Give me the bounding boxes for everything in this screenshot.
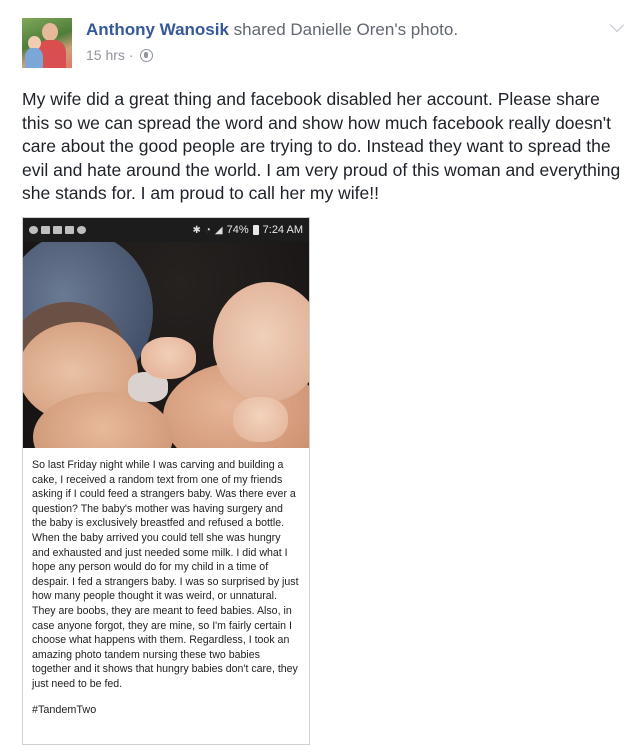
shared-photo-text[interactable]: shared Danielle Oren's photo.	[234, 20, 458, 39]
notification-icon	[53, 226, 62, 234]
notification-icon	[77, 226, 86, 234]
hashtag: #TandemTwo	[32, 703, 97, 716]
notification-icon	[29, 226, 38, 234]
phone-status-bar: ✱ ◔ ◢ 74% 7:24 AM	[23, 218, 309, 242]
avatar[interactable]	[22, 18, 72, 68]
status-notification-icons	[29, 226, 86, 234]
status-time: 7:24 AM	[262, 224, 303, 236]
facebook-post: Anthony Wanosik shared Danielle Oren's p…	[0, 0, 634, 753]
notification-icon	[41, 226, 50, 234]
chevron-down-icon[interactable]	[609, 17, 625, 33]
globe-icon[interactable]	[139, 48, 153, 62]
notification-icon	[65, 226, 74, 234]
photo-holding-hands	[141, 337, 196, 379]
battery-percent: 74%	[226, 224, 249, 236]
meta-separator: ·	[128, 47, 134, 63]
photo-baby-hand	[233, 397, 288, 442]
wifi-icon: ◔	[204, 224, 211, 236]
author-name-link[interactable]: Anthony Wanosik	[86, 20, 229, 39]
signal-icon: ◢	[214, 224, 223, 236]
post-header: Anthony Wanosik shared Danielle Oren's p…	[86, 20, 458, 40]
status-indicators: ✱ ◔ ◢ 74% 7:24 AM	[192, 224, 303, 236]
avatar-child-shirt	[25, 48, 43, 68]
shared-photo[interactable]: ✱ ◔ ◢ 74% 7:24 AM So last Friday night w…	[22, 217, 310, 745]
post-meta: 15 hrs ·	[86, 47, 153, 63]
bluetooth-icon: ✱	[192, 224, 201, 236]
battery-icon	[252, 225, 259, 235]
nursing-photo	[23, 242, 309, 448]
avatar-person	[42, 23, 58, 41]
post-timestamp[interactable]: 15 hrs	[86, 47, 125, 63]
photo-caption: So last Friday night while I was carving…	[32, 459, 299, 690]
post-text: My wife did a great thing and facebook d…	[22, 89, 621, 203]
